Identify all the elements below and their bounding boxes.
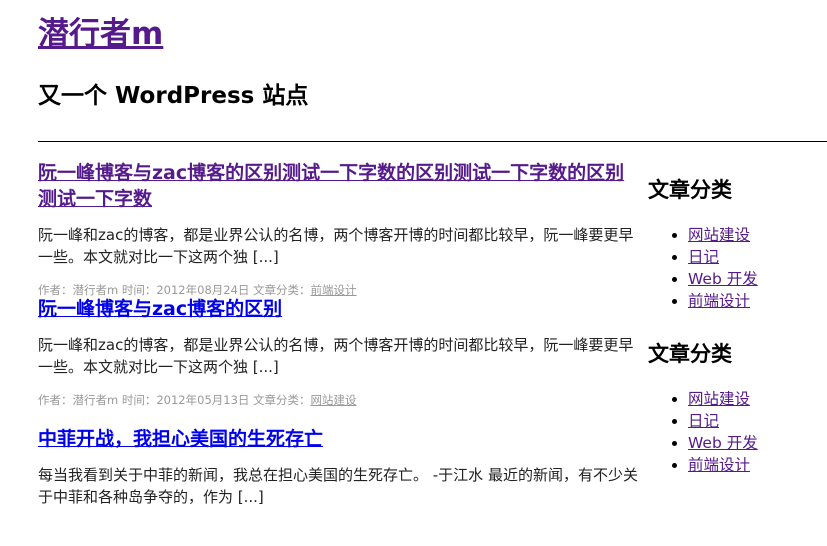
category-link[interactable]: 网站建设 xyxy=(688,226,750,244)
list-item: 前端设计 xyxy=(688,290,827,312)
widget-title: 文章分类 xyxy=(648,178,732,202)
category-list: 网站建设 日记 Web 开发 前端设计 xyxy=(648,224,827,312)
post-excerpt: 阮一峰和zac的博客，都是业界公认的名博，两个博客开博的时间都比较早，阮一峰要更… xyxy=(38,336,634,376)
list-item: 日记 xyxy=(688,246,827,268)
list-item: 网站建设 xyxy=(688,224,827,246)
post-title-link[interactable]: 阮一峰博客与zac博客的区别测试一下字数的区别测试一下字数的区别测试一下字数 xyxy=(38,160,638,212)
category-link[interactable]: Web 开发 xyxy=(688,270,758,288)
post-title-link[interactable]: 阮一峰博客与zac博客的区别 xyxy=(38,296,638,322)
category-link[interactable]: 日记 xyxy=(688,248,719,266)
list-item: Web 开发 xyxy=(688,432,827,454)
post-excerpt: 阮一峰和zac的博客，都是业界公认的名博，两个博客开博的时间都比较早，阮一峰要更… xyxy=(38,226,634,266)
site-description: 又一个 WordPress 站点 xyxy=(38,83,309,109)
list-item: Web 开发 xyxy=(688,268,827,290)
list-item: 网站建设 xyxy=(688,388,827,410)
sidebar: 文章分类 网站建设 日记 Web 开发 前端设计 文章分类 网站建设 日记 We… xyxy=(648,174,827,476)
list-item: 日记 xyxy=(688,410,827,432)
category-widget: 文章分类 网站建设 日记 Web 开发 前端设计 xyxy=(648,174,827,312)
post-title-link[interactable]: 中菲开战，我担心美国的生死存亡 xyxy=(38,426,638,452)
category-widget: 文章分类 网站建设 日记 Web 开发 前端设计 xyxy=(648,338,827,476)
post-list: 阮一峰博客与zac博客的区别测试一下字数的区别测试一下字数的区别测试一下字数 阮… xyxy=(38,160,638,508)
list-item: 前端设计 xyxy=(688,454,827,476)
post-item: 阮一峰博客与zac博客的区别测试一下字数的区别测试一下字数的区别测试一下字数 阮… xyxy=(38,160,638,297)
post-meta: 作者：潜行者m 时间：2012年05月13日 文章分类：网站建设 xyxy=(38,392,638,408)
category-list: 网站建设 日记 Web 开发 前端设计 xyxy=(648,388,827,476)
post-category-link[interactable]: 网站建设 xyxy=(311,393,357,407)
widget-title: 文章分类 xyxy=(648,342,732,366)
header-divider xyxy=(38,141,827,142)
page: 潜行者m 又一个 WordPress 站点 阮一峰博客与zac博客的区别测试一下… xyxy=(0,0,827,546)
post-meta-text: 作者：潜行者m 时间：2012年05月13日 文章分类： xyxy=(38,393,311,407)
category-link[interactable]: 前端设计 xyxy=(688,292,750,310)
post-excerpt: 每当我看到关于中菲的新闻，我总在担心美国的生死存亡。 -于江水 最近的新闻，有不… xyxy=(38,466,638,506)
category-link[interactable]: 网站建设 xyxy=(688,390,750,408)
category-link[interactable]: 前端设计 xyxy=(688,456,750,474)
post-category-link[interactable]: 前端设计 xyxy=(311,283,357,297)
post-item: 阮一峰博客与zac博客的区别 阮一峰和zac的博客，都是业界公认的名博，两个博客… xyxy=(38,296,638,426)
category-link[interactable]: Web 开发 xyxy=(688,434,758,452)
post-item: 中菲开战，我担心美国的生死存亡 每当我看到关于中菲的新闻，我总在担心美国的生死存… xyxy=(38,426,638,508)
category-link[interactable]: 日记 xyxy=(688,412,719,430)
site-title-link[interactable]: 潜行者m xyxy=(38,14,163,54)
post-meta-text: 作者：潜行者m 时间：2012年08月24日 文章分类： xyxy=(38,283,311,297)
